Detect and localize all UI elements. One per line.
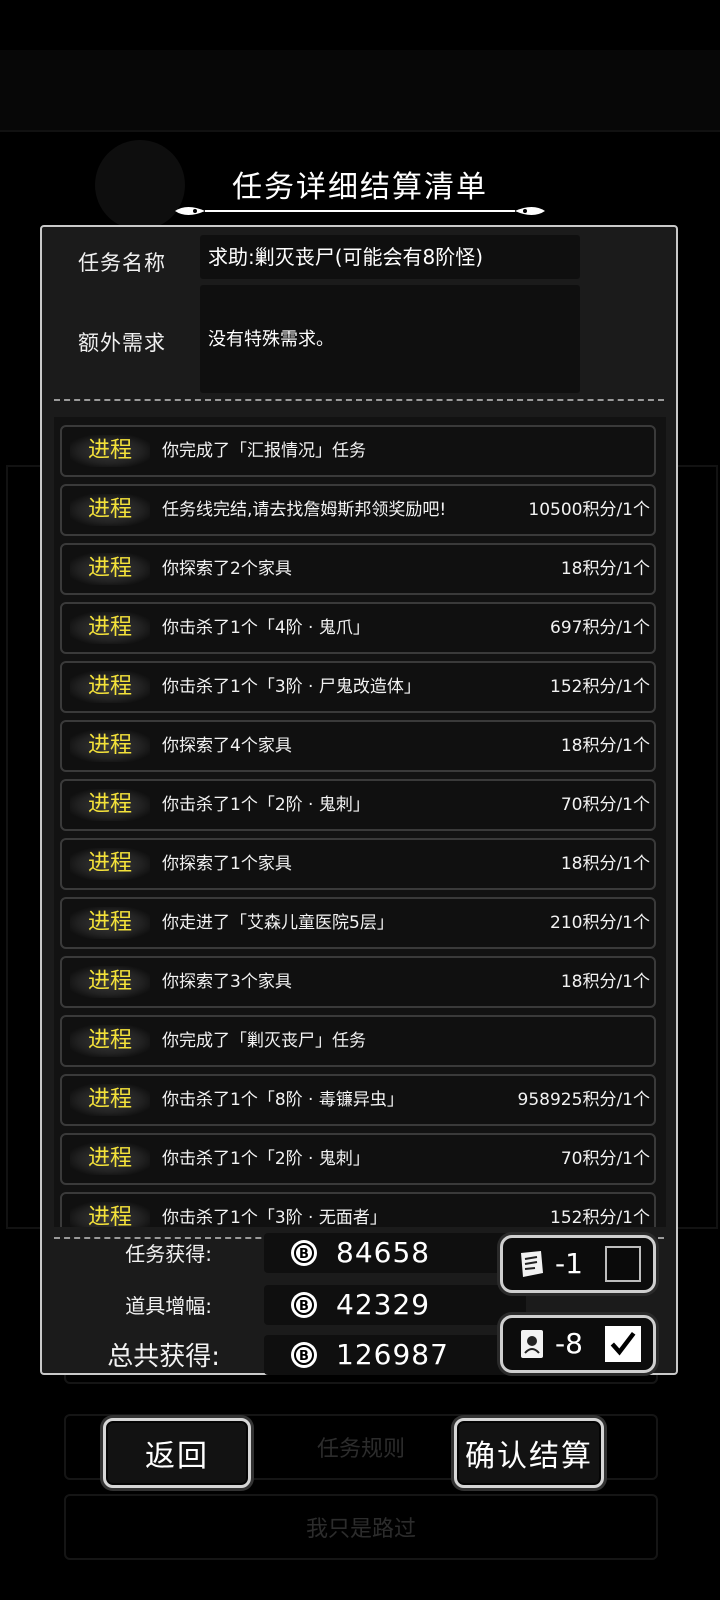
progress-reward: 70积分/1个 xyxy=(560,1149,650,1169)
task-reward-box: B 84658 xyxy=(264,1233,526,1273)
progress-text: 你击杀了1个「3阶 · 无面者」 xyxy=(162,1208,387,1227)
progress-tag: 进程 xyxy=(70,1202,150,1227)
list-item: 进程 你走进了「艾森儿童医院5层」 210积分/1个 xyxy=(60,897,656,949)
progress-text: 你击杀了1个「4阶 · 鬼爪」 xyxy=(162,618,370,638)
progress-reward: 18积分/1个 xyxy=(560,854,650,874)
list-item: 进程 你探索了3个家具 18积分/1个 xyxy=(60,956,656,1008)
progress-text: 你走进了「艾森儿童医院5层」 xyxy=(162,913,394,933)
list-item: 进程 你击杀了1个「4阶 · 鬼爪」 697积分/1个 xyxy=(60,602,656,654)
settlement-panel: 任务名称 求助:剿灭丧尸(可能会有8阶怪) 额外需求 没有特殊需求。 进程 你完成… xyxy=(40,225,678,1375)
progress-list[interactable]: 进程 你完成了「汇报情况」任务 进程 任务线完结,请去找詹姆斯邦领奖励吧! 10500积… xyxy=(54,417,666,1227)
task-name-label: 任务名称 xyxy=(78,251,166,275)
progress-tag: 进程 xyxy=(70,1025,150,1057)
progress-tag: 进程 xyxy=(70,553,150,585)
task-reward-value: 84658 xyxy=(336,1236,431,1269)
list-item: 进程 你击杀了1个「2阶 · 鬼刺」 70积分/1个 xyxy=(60,779,656,831)
progress-text: 你探索了2个家具 xyxy=(162,559,292,579)
list-item: 进程 任务线完结,请去找詹姆斯邦领奖励吧! 10500积分/1个 xyxy=(60,484,656,536)
item-boost-box: B 42329 xyxy=(264,1285,526,1325)
list-item: 进程 你击杀了1个「3阶 · 尸鬼改造体」 152积分/1个 xyxy=(60,661,656,713)
list-item: 进程 你探索了4个家具 18积分/1个 xyxy=(60,720,656,772)
progress-tag: 进程 xyxy=(70,1143,150,1175)
svg-text:B: B xyxy=(299,1299,309,1314)
progress-tag: 进程 xyxy=(70,612,150,644)
list-item: 进程 你完成了「剿灭丧尸」任务 xyxy=(60,1015,656,1067)
progress-reward: 210积分/1个 xyxy=(550,913,650,933)
progress-reward: 18积分/1个 xyxy=(560,559,650,579)
scroll-item-count: -1 xyxy=(555,1247,583,1280)
svg-text:B: B xyxy=(299,1349,309,1364)
progress-tag: 进程 xyxy=(70,494,150,526)
card-item-count: -8 xyxy=(555,1327,583,1360)
progress-tag: 进程 xyxy=(70,907,150,939)
card-item-checkbox[interactable] xyxy=(605,1326,641,1362)
background-status-bar xyxy=(0,50,720,132)
background-pass-button: 我只是路过 xyxy=(64,1494,658,1560)
progress-reward: 18积分/1个 xyxy=(560,736,650,756)
card-icon xyxy=(521,1330,543,1358)
total-reward-label: 总共获得: xyxy=(107,1342,220,1372)
rules-button-label: 任务规则 xyxy=(316,1437,405,1462)
back-button[interactable]: 返回 xyxy=(103,1418,251,1488)
confirm-button-label: 确认结算 xyxy=(465,1439,593,1474)
list-item: 进程 你击杀了1个「3阶 · 无面者」 152积分/1个 xyxy=(60,1192,656,1227)
progress-reward: 152积分/1个 xyxy=(550,1208,650,1227)
list-item: 进程 你击杀了1个「8阶 · 毒镰异虫」 958925积分/1个 xyxy=(60,1074,656,1126)
progress-tag: 进程 xyxy=(70,1084,150,1116)
divider xyxy=(54,399,664,401)
progress-reward: 18积分/1个 xyxy=(560,972,650,992)
coin-icon: B xyxy=(291,1240,317,1266)
progress-text: 你完成了「汇报情况」任务 xyxy=(162,441,366,461)
progress-text: 你探索了4个家具 xyxy=(162,736,292,756)
task-name-field: 求助:剿灭丧尸(可能会有8阶怪) xyxy=(200,235,580,279)
progress-tag: 进程 xyxy=(70,848,150,880)
item-boost-label: 道具增幅: xyxy=(125,1294,212,1318)
list-item: 进程 你完成了「汇报情况」任务 xyxy=(60,425,656,477)
progress-text: 你探索了1个家具 xyxy=(162,854,292,874)
progress-reward: 958925积分/1个 xyxy=(517,1090,650,1110)
extra-requirement-label: 额外需求 xyxy=(78,331,166,355)
checkmark-icon xyxy=(610,1331,636,1356)
card-item-toggle[interactable]: -8 xyxy=(500,1315,656,1373)
progress-text: 你击杀了1个「8阶 · 毒镰异虫」 xyxy=(162,1090,404,1110)
extra-requirement-field: 没有特殊需求。 xyxy=(200,285,580,393)
progress-text: 任务线完结,请去找詹姆斯邦领奖励吧! xyxy=(162,500,447,520)
scroll-item-checkbox[interactable] xyxy=(605,1246,641,1282)
list-item: 进程 你探索了2个家具 18积分/1个 xyxy=(60,543,656,595)
progress-reward: 697积分/1个 xyxy=(550,618,650,638)
progress-reward: 10500积分/1个 xyxy=(528,500,650,520)
progress-text: 你击杀了1个「2阶 · 鬼刺」 xyxy=(162,795,370,815)
progress-text: 你探索了3个家具 xyxy=(162,972,292,992)
progress-text: 你完成了「剿灭丧尸」任务 xyxy=(162,1031,366,1051)
title-ornament-icon xyxy=(175,207,545,215)
confirm-settlement-button[interactable]: 确认结算 xyxy=(454,1418,604,1488)
progress-tag: 进程 xyxy=(70,730,150,762)
progress-reward: 70积分/1个 xyxy=(560,795,650,815)
list-item: 进程 你击杀了1个「2阶 · 鬼刺」 70积分/1个 xyxy=(60,1133,656,1185)
progress-tag: 进程 xyxy=(70,435,150,467)
scroll-icon xyxy=(521,1251,543,1277)
total-reward-box: B 126987 xyxy=(264,1335,526,1375)
list-item: 进程 你探索了1个家具 18积分/1个 xyxy=(60,838,656,890)
dialog-title: 任务详细结算清单 xyxy=(232,170,488,205)
back-button-label: 返回 xyxy=(145,1439,209,1474)
progress-tag: 进程 xyxy=(70,966,150,998)
coin-icon: B xyxy=(291,1292,317,1318)
pass-button-label: 我只是路过 xyxy=(305,1517,416,1542)
scroll-item-toggle[interactable]: -1 xyxy=(500,1235,656,1293)
coin-icon: B xyxy=(291,1342,317,1368)
progress-tag: 进程 xyxy=(70,671,150,703)
progress-text: 你击杀了1个「3阶 · 尸鬼改造体」 xyxy=(162,677,421,697)
svg-text:B: B xyxy=(299,1247,309,1262)
total-reward-value: 126987 xyxy=(336,1338,449,1371)
progress-tag: 进程 xyxy=(70,789,150,821)
task-reward-label: 任务获得: xyxy=(125,1242,212,1266)
progress-text: 你击杀了1个「2阶 · 鬼刺」 xyxy=(162,1149,370,1169)
item-boost-value: 42329 xyxy=(336,1288,431,1321)
progress-reward: 152积分/1个 xyxy=(550,677,650,697)
